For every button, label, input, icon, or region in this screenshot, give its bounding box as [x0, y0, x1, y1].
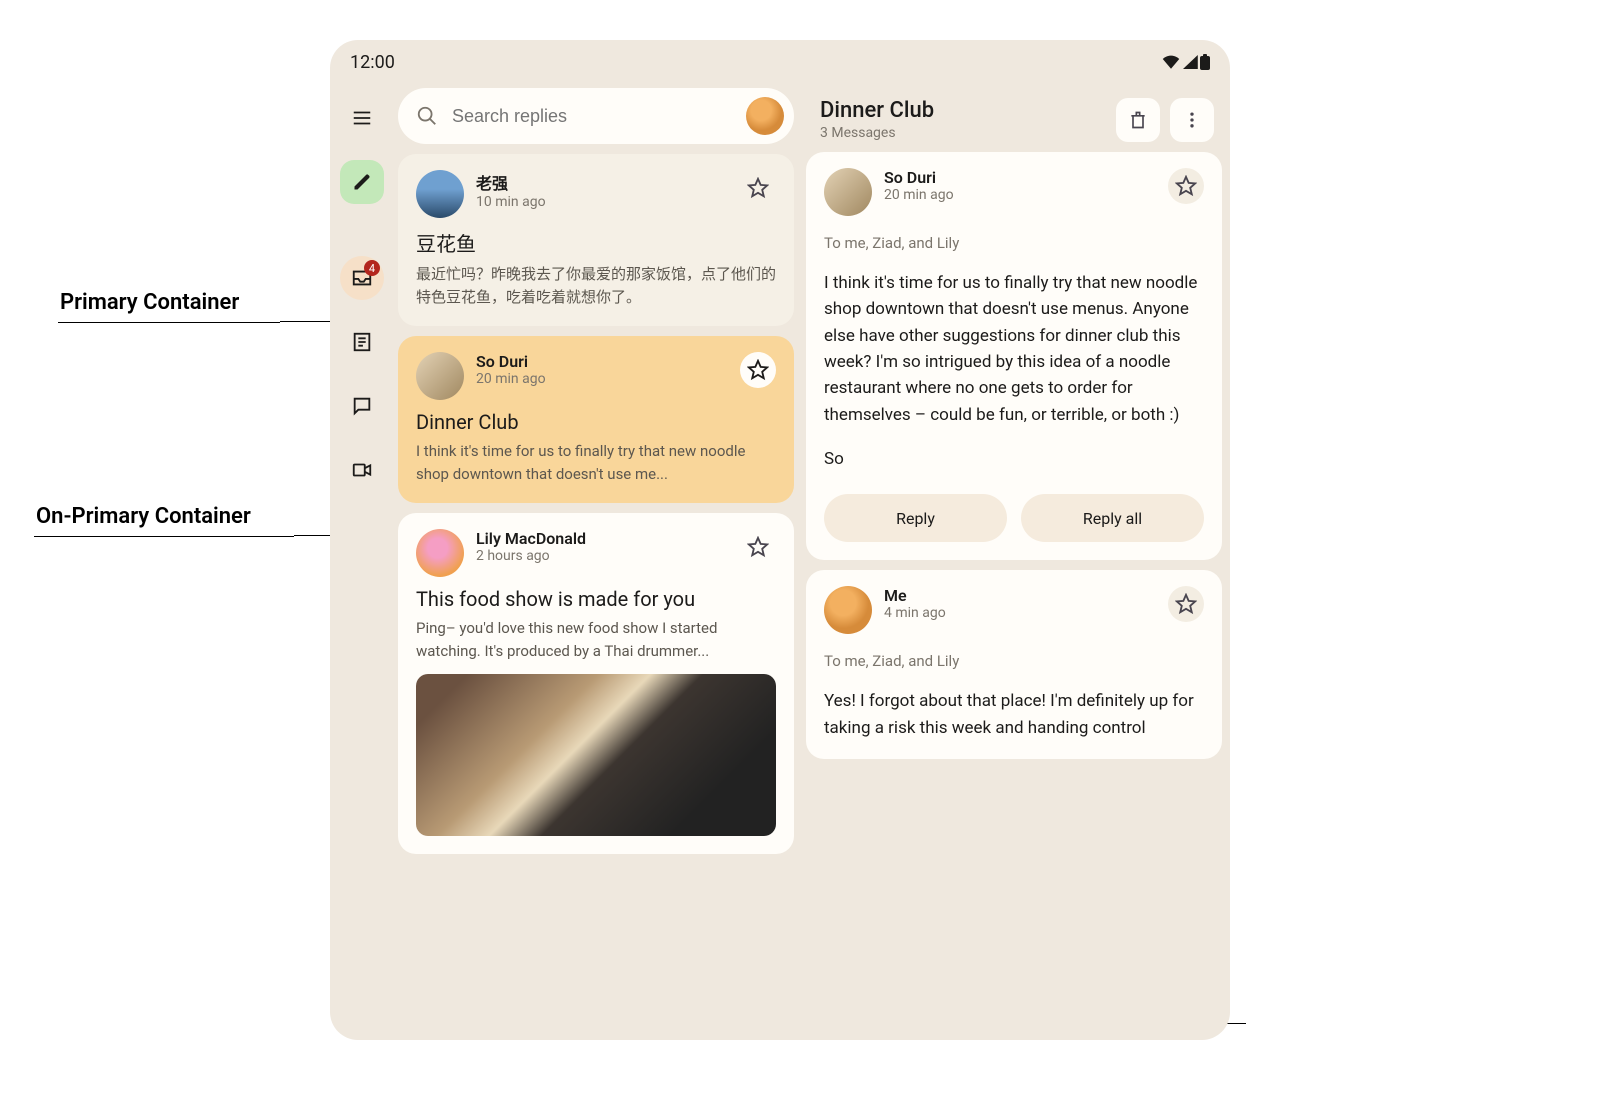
avatar [824, 586, 872, 634]
annotation-on-primary-underline [34, 536, 294, 537]
avatar [416, 170, 464, 218]
star-button[interactable] [740, 170, 776, 206]
annotation-primary: Primary Container [60, 290, 239, 315]
sender-name: So Duri [884, 168, 1156, 187]
star-button[interactable] [740, 529, 776, 565]
message-body: I think it's time for us to finally try … [824, 270, 1204, 428]
rail-chat[interactable] [340, 384, 384, 428]
rail-inbox[interactable]: 4 [340, 256, 384, 300]
star-button[interactable] [1168, 586, 1204, 622]
timestamp: 2 hours ago [476, 548, 728, 564]
device-frame: 12:00 4 [330, 40, 1230, 1040]
star-button[interactable] [740, 352, 776, 388]
search-bar[interactable] [398, 88, 794, 144]
trash-icon [1128, 110, 1148, 130]
star-outline-icon [747, 177, 769, 199]
timestamp: 10 min ago [476, 194, 728, 210]
rail-articles[interactable] [340, 320, 384, 364]
sender-name: Lily MacDonald [476, 529, 728, 548]
thread-title: Dinner Club [820, 98, 1106, 123]
message: So Duri 20 min ago To me, Ziad, and Lily… [806, 152, 1222, 560]
detail-header: Dinner Club 3 Messages [806, 88, 1222, 142]
star-outline-icon [747, 359, 769, 381]
timestamp: 20 min ago [884, 187, 1156, 203]
delete-button[interactable] [1116, 98, 1160, 142]
timestamp: 4 min ago [884, 605, 1156, 621]
pencil-icon [352, 172, 372, 192]
avatar [416, 529, 464, 577]
sender-name: So Duri [476, 352, 728, 371]
list-item[interactable]: Lily MacDonald 2 hours ago This food sho… [398, 513, 794, 854]
star-button[interactable] [1168, 168, 1204, 204]
search-input[interactable] [452, 106, 732, 127]
reply-button[interactable]: Reply [824, 494, 1007, 542]
nav-rail: 4 [330, 84, 394, 1040]
more-vert-icon [1182, 110, 1202, 130]
annotation-primary-underline [58, 322, 280, 323]
list-item[interactable]: So Duri 20 min ago Dinner Club I think i… [398, 336, 794, 503]
menu-button[interactable] [340, 96, 384, 140]
status-bar: 12:00 [330, 40, 1230, 84]
profile-avatar[interactable] [746, 97, 784, 135]
rail-video[interactable] [340, 448, 384, 492]
list-pane: 老强 10 min ago 豆花鱼 最近忙吗？昨晚我去了你最爱的那家饭馆，点了他… [394, 84, 802, 1040]
message-signoff: So [824, 446, 1204, 472]
recipients: To me, Ziad, and Lily [824, 234, 1204, 252]
sender-name: Me [884, 586, 1156, 605]
list-item[interactable]: 老强 10 min ago 豆花鱼 最近忙吗？昨晚我去了你最爱的那家饭馆，点了他… [398, 154, 794, 326]
reply-all-button[interactable]: Reply all [1021, 494, 1204, 542]
sender-name: 老强 [476, 170, 728, 194]
star-outline-icon [747, 536, 769, 558]
search-icon [416, 105, 438, 127]
cell-icon [1182, 55, 1198, 69]
item-thumbnail [416, 674, 776, 836]
status-time: 12:00 [350, 52, 395, 73]
item-preview: Ping– you'd love this new food show I st… [416, 617, 776, 662]
chat-icon [351, 395, 373, 417]
inbox-badge: 4 [364, 260, 380, 276]
star-outline-icon [1175, 593, 1197, 615]
thread-subtitle: 3 Messages [820, 125, 1106, 141]
item-title: This food show is made for you [416, 587, 776, 611]
article-icon [351, 331, 373, 353]
more-button[interactable] [1170, 98, 1214, 142]
video-icon [351, 459, 373, 481]
avatar [824, 168, 872, 216]
message-body: Yes! I forgot about that place! I'm defi… [824, 688, 1204, 741]
menu-icon [351, 107, 373, 129]
wifi-icon [1162, 55, 1180, 69]
avatar [416, 352, 464, 400]
detail-pane: Dinner Club 3 Messages So Duri 20 min ag… [802, 84, 1230, 1040]
annotation-on-primary: On-Primary Container [36, 504, 251, 529]
message: Me 4 min ago To me, Ziad, and Lily Yes! … [806, 570, 1222, 759]
item-title: 豆花鱼 [416, 228, 776, 257]
timestamp: 20 min ago [476, 371, 728, 387]
item-title: Dinner Club [416, 410, 776, 434]
recipients: To me, Ziad, and Lily [824, 652, 1204, 670]
star-outline-icon [1175, 175, 1197, 197]
item-preview: 最近忙吗？昨晚我去了你最爱的那家饭馆，点了他们的特色豆花鱼，吃着吃着就想你了。 [416, 263, 776, 308]
status-icons [1162, 54, 1210, 70]
battery-icon [1200, 54, 1210, 70]
compose-button[interactable] [340, 160, 384, 204]
item-preview: I think it's time for us to finally try … [416, 440, 776, 485]
